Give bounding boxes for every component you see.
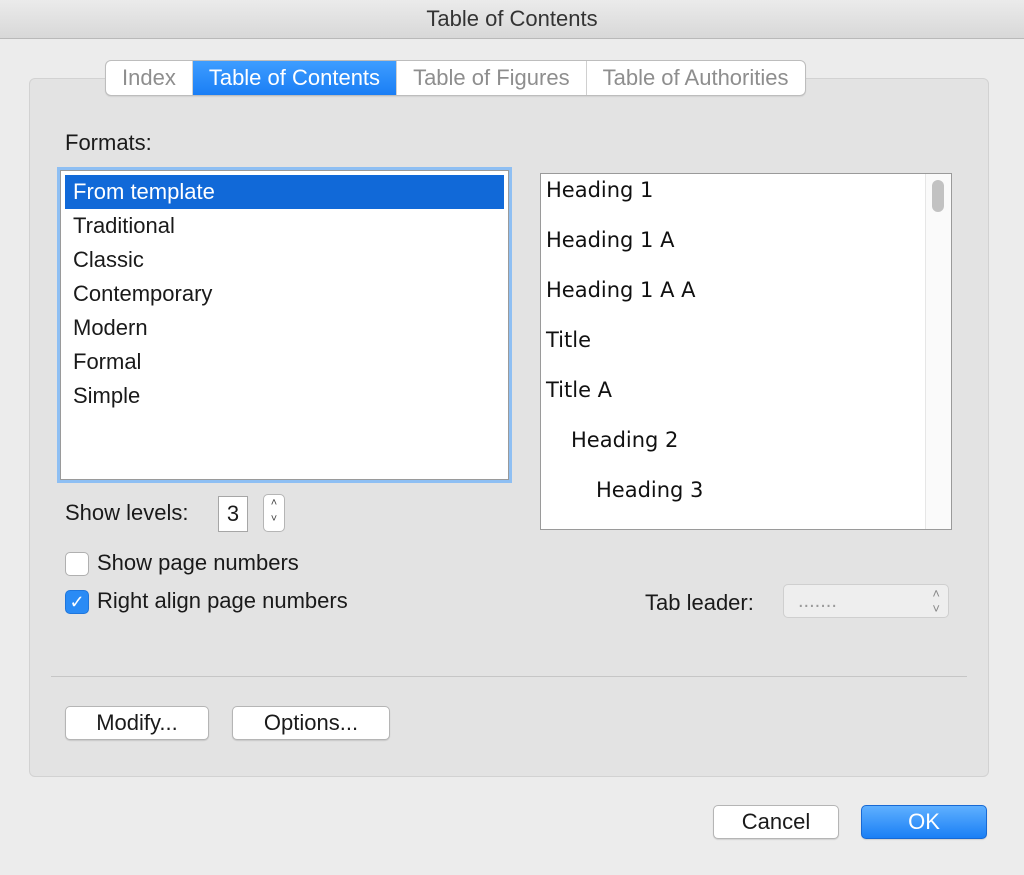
cancel-button[interactable]: Cancel bbox=[713, 805, 839, 839]
formats-list[interactable]: From template Traditional Classic Contem… bbox=[60, 170, 509, 480]
checkmark-icon: ✓ bbox=[69, 592, 85, 612]
format-item-simple[interactable]: Simple bbox=[65, 379, 504, 413]
window-title: Table of Contents bbox=[426, 6, 598, 31]
preview-line: Title A bbox=[546, 378, 613, 402]
right-align-page-numbers-label: Right align page numbers bbox=[97, 588, 348, 613]
format-item-formal[interactable]: Formal bbox=[65, 345, 504, 379]
right-align-page-numbers-checkbox[interactable]: ✓ bbox=[65, 590, 89, 614]
show-levels-stepper[interactable]: ˄ ˅ bbox=[263, 494, 285, 532]
tab-leader-value: ....... bbox=[798, 590, 837, 612]
format-item-from-template[interactable]: From template bbox=[65, 175, 504, 209]
window-title-bar: Table of Contents bbox=[0, 0, 1024, 39]
preview-line: Heading 1 bbox=[546, 178, 654, 202]
tab-table-of-figures[interactable]: Table of Figures bbox=[397, 61, 587, 95]
scroll-thumb[interactable] bbox=[932, 180, 944, 212]
tab-leader-select[interactable]: ....... ˄ ˅ bbox=[783, 584, 949, 618]
tab-index[interactable]: Index bbox=[106, 61, 193, 95]
preview-line: Title bbox=[546, 328, 592, 352]
options-button[interactable]: Options... bbox=[232, 706, 390, 740]
format-item-classic[interactable]: Classic bbox=[65, 243, 504, 277]
toc-preview: Heading 1 Heading 1 A Heading 1 A A Titl… bbox=[540, 173, 952, 530]
show-page-numbers-checkbox[interactable] bbox=[65, 552, 89, 576]
preview-line: Heading 1 A A bbox=[546, 278, 696, 302]
preview-line: Heading 3 bbox=[596, 478, 704, 502]
chevron-updown-icon: ˄ ˅ bbox=[932, 586, 940, 616]
show-levels-input[interactable]: 3 bbox=[218, 496, 248, 532]
preview-line: Heading 1 A bbox=[546, 228, 675, 252]
tab-leader-label: Tab leader: bbox=[645, 590, 754, 615]
divider bbox=[51, 676, 967, 677]
format-item-traditional[interactable]: Traditional bbox=[65, 209, 504, 243]
modify-button[interactable]: Modify... bbox=[65, 706, 209, 740]
stepper-up-icon[interactable]: ˄ bbox=[264, 495, 284, 511]
ok-button[interactable]: OK bbox=[861, 805, 987, 839]
show-page-numbers-label: Show page numbers bbox=[97, 550, 299, 575]
show-levels-label: Show levels: bbox=[65, 500, 189, 525]
format-item-contemporary[interactable]: Contemporary bbox=[65, 277, 504, 311]
formats-label: Formats: bbox=[65, 130, 152, 155]
tab-table-of-contents[interactable]: Table of Contents bbox=[192, 61, 398, 95]
preview-scrollbar[interactable] bbox=[925, 174, 951, 529]
stepper-down-icon[interactable]: ˅ bbox=[264, 511, 284, 527]
preview-line: Heading 2 bbox=[571, 428, 679, 452]
tab-bar: Index Table of Contents Table of Figures… bbox=[105, 60, 806, 96]
tab-table-of-authorities[interactable]: Table of Authorities bbox=[587, 61, 805, 95]
format-item-modern[interactable]: Modern bbox=[65, 311, 504, 345]
